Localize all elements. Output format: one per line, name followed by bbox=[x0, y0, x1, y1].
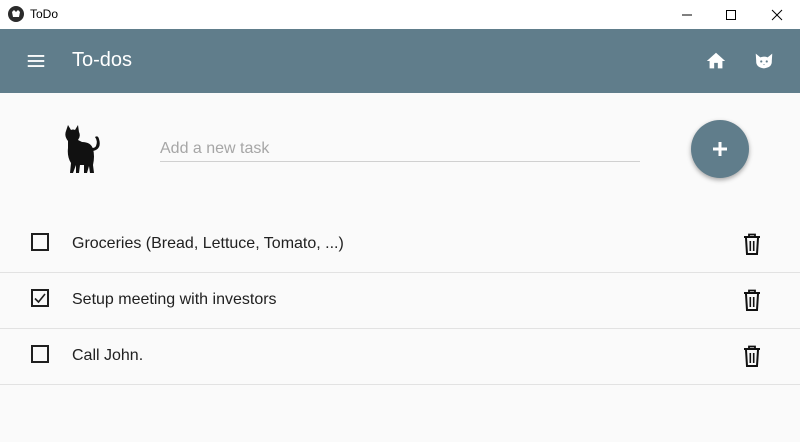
maximize-icon[interactable] bbox=[708, 0, 754, 29]
cat-face-icon[interactable] bbox=[751, 47, 777, 75]
task-checkbox[interactable] bbox=[31, 289, 49, 307]
task-row: Setup meeting with investors bbox=[0, 273, 800, 329]
menu-icon[interactable] bbox=[22, 47, 50, 75]
add-task-button[interactable] bbox=[691, 120, 749, 178]
page-title: To-dos bbox=[72, 49, 133, 71]
minimize-icon[interactable] bbox=[664, 0, 710, 29]
task-row: Call John. bbox=[0, 329, 800, 385]
app-logo-icon bbox=[8, 6, 24, 22]
task-checkbox[interactable] bbox=[31, 233, 49, 251]
checkmark-icon bbox=[34, 293, 46, 304]
close-icon[interactable] bbox=[754, 0, 800, 29]
plus-icon bbox=[713, 142, 727, 156]
task-row: Groceries (Bread, Lettuce, Tomato, ...) bbox=[0, 217, 800, 273]
new-task-input[interactable] bbox=[160, 136, 640, 162]
task-label: Call John. bbox=[72, 347, 144, 364]
app-toolbar: To-dos bbox=[0, 29, 800, 93]
task-list: Groceries (Bread, Lettuce, Tomato, ...) … bbox=[0, 217, 800, 385]
task-label: Setup meeting with investors bbox=[72, 291, 277, 308]
trash-icon[interactable] bbox=[740, 232, 764, 256]
trash-icon[interactable] bbox=[740, 288, 764, 312]
window-titlebar: ToDo bbox=[0, 0, 800, 29]
home-icon[interactable] bbox=[703, 47, 729, 75]
task-checkbox[interactable] bbox=[31, 345, 49, 363]
trash-icon[interactable] bbox=[740, 344, 764, 368]
window-title: ToDo bbox=[30, 7, 59, 21]
black-cat-icon bbox=[58, 121, 104, 177]
task-label: Groceries (Bread, Lettuce, Tomato, ...) bbox=[72, 235, 344, 252]
